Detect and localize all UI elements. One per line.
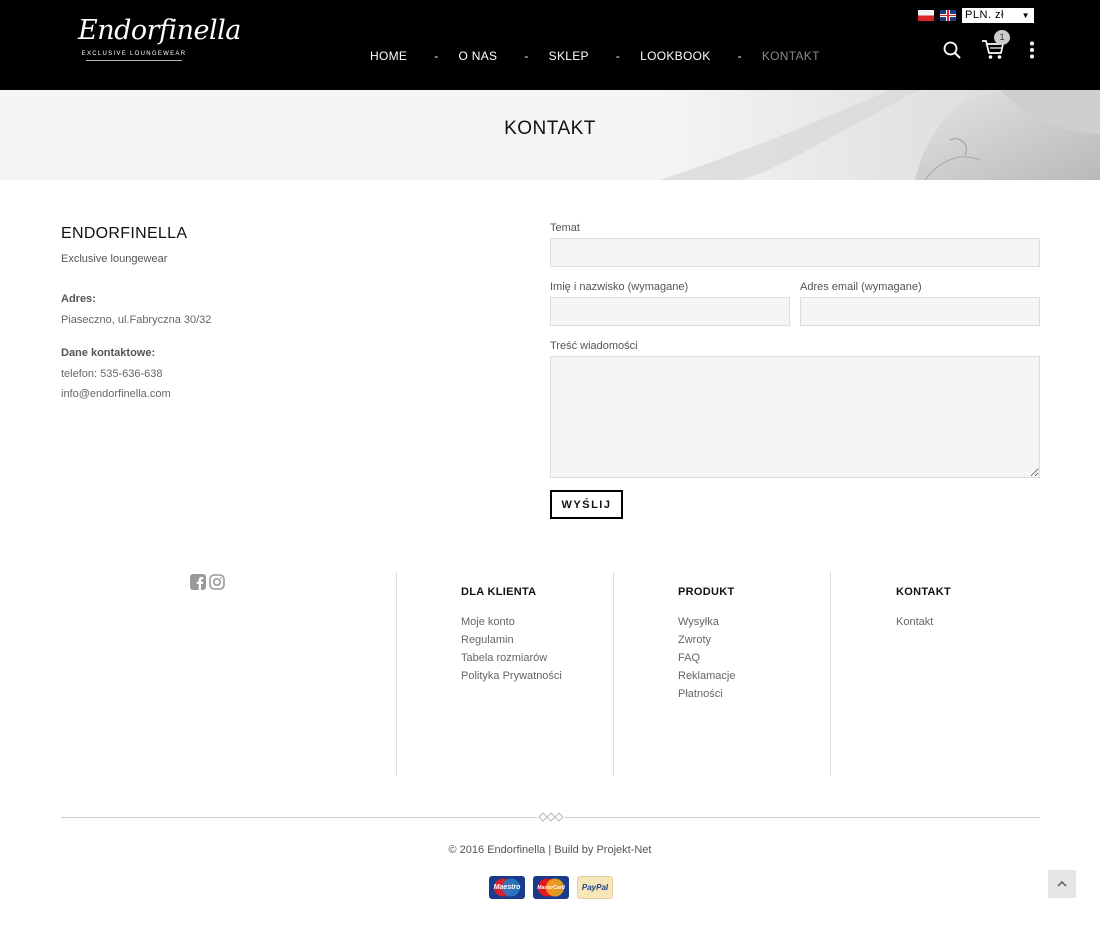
address-text: Piaseczno, ul.Fabryczna 30/32 bbox=[61, 314, 212, 326]
footer-column-title: KONTAKT bbox=[896, 586, 952, 598]
paypal-icon: PayPal bbox=[577, 876, 613, 899]
flag-en-icon[interactable] bbox=[940, 10, 956, 21]
subject-label: Temat bbox=[550, 222, 580, 234]
name-field[interactable] bbox=[550, 297, 790, 326]
footer-column-title: PRODUKT bbox=[678, 586, 735, 598]
payment-methods: Maestro MasterCard PayPal bbox=[489, 876, 613, 899]
mastercard-label: MasterCard bbox=[537, 884, 565, 891]
nav-home[interactable]: HOME bbox=[370, 49, 407, 63]
footer-link-shipping[interactable]: Wysyłka bbox=[678, 613, 735, 631]
currency-select[interactable]: PLN. zł ▼ bbox=[962, 8, 1034, 23]
footer-link-faq[interactable]: FAQ bbox=[678, 649, 735, 667]
footer-link-contact[interactable]: Kontakt bbox=[896, 613, 951, 631]
language-currency-bar: PLN. zł ▼ bbox=[918, 8, 1034, 23]
nav-sklep[interactable]: SKLEP bbox=[549, 49, 589, 63]
message-label: Treść wiadomości bbox=[550, 340, 638, 352]
instagram-icon[interactable] bbox=[209, 574, 225, 590]
address-label: Adres: bbox=[61, 293, 96, 305]
chevron-down-icon: ▼ bbox=[1021, 11, 1030, 20]
main-nav: HOME - O NAS - SKLEP - LOOKBOOK - KONTAK… bbox=[370, 48, 820, 64]
search-icon[interactable] bbox=[942, 40, 962, 60]
back-to-top-button[interactable] bbox=[1048, 870, 1076, 898]
nav-kontakt[interactable]: KONTAKT bbox=[762, 49, 820, 63]
footer-link-complaints[interactable]: Reklamacje bbox=[678, 667, 735, 685]
footer-link-terms[interactable]: Regulamin bbox=[461, 631, 562, 649]
logo[interactable]: Endorfinella EXCLUSIVE LOUNGEWEAR bbox=[78, 14, 241, 78]
footer-divider bbox=[613, 572, 614, 776]
footer-column-contact: KONTAKT Kontakt bbox=[896, 586, 951, 631]
maestro-icon: Maestro bbox=[489, 876, 525, 899]
company-name: ENDORFINELLA bbox=[61, 225, 188, 242]
nav-separator: - bbox=[737, 49, 742, 63]
more-vertical-icon[interactable] bbox=[1027, 41, 1037, 59]
message-field[interactable] bbox=[550, 356, 1040, 478]
footer-link-size-chart[interactable]: Tabela rozmiarów bbox=[461, 649, 562, 667]
currency-value: PLN. zł bbox=[965, 9, 1004, 21]
subject-field[interactable] bbox=[550, 238, 1040, 267]
logo-subtitle: EXCLUSIVE LOUNGEWEAR bbox=[81, 51, 187, 57]
nav-o-nas[interactable]: O NAS bbox=[459, 49, 498, 63]
paypal-label: PayPal bbox=[581, 883, 609, 892]
copyright-text: © 2016 Endorfinella | Build by Projekt-N… bbox=[448, 844, 652, 856]
footer-column-title: DLA KLIENTA bbox=[461, 586, 537, 598]
mastercard-icon: MasterCard bbox=[533, 876, 569, 899]
page-banner: KONTAKT bbox=[0, 90, 1100, 180]
nav-separator: - bbox=[615, 49, 621, 63]
social-links bbox=[190, 574, 225, 590]
name-label: Imię i nazwisko (wymagane) bbox=[550, 281, 689, 293]
footer-link-privacy[interactable]: Polityka Prywatności bbox=[461, 667, 562, 685]
nav-separator: - bbox=[524, 49, 529, 63]
company-tagline: Exclusive loungewear bbox=[61, 253, 168, 265]
logo-script: Endorfinella bbox=[78, 15, 241, 46]
nav-separator: - bbox=[434, 49, 439, 63]
footer-link-account[interactable]: Moje konto bbox=[461, 613, 562, 631]
footer-link-payments[interactable]: Płatności bbox=[678, 685, 735, 703]
phone-text: telefon: 535-636-638 bbox=[61, 368, 163, 380]
footer-divider bbox=[830, 572, 831, 776]
footer-column-product: PRODUKT Wysyłka Zwroty FAQ Reklamacje Pł… bbox=[678, 586, 735, 703]
email-link[interactable]: info@endorfinella.com bbox=[61, 388, 461, 400]
email-field[interactable] bbox=[800, 297, 1040, 326]
site-header: Endorfinella EXCLUSIVE LOUNGEWEAR HOME -… bbox=[0, 0, 1100, 90]
email-label: Adres email (wymagane) bbox=[800, 281, 922, 293]
facebook-icon[interactable] bbox=[190, 574, 206, 590]
nav-lookbook[interactable]: LOOKBOOK bbox=[640, 49, 710, 63]
footer-link-returns[interactable]: Zwroty bbox=[678, 631, 735, 649]
logo-underline bbox=[86, 60, 182, 61]
chevron-up-icon bbox=[1057, 880, 1067, 887]
flag-pl-icon[interactable] bbox=[918, 10, 934, 21]
contact-info: ENDORFINELLA Exclusive loungewear Adres:… bbox=[61, 225, 461, 400]
maestro-label: Maestro bbox=[493, 884, 521, 891]
page-title: KONTAKT bbox=[504, 118, 596, 139]
cart-count-badge: 1 bbox=[994, 30, 1010, 45]
diamond-ornament-icon bbox=[537, 811, 565, 823]
contact-details-label: Dane kontaktowe: bbox=[61, 347, 156, 359]
footer-divider bbox=[396, 572, 397, 776]
send-button[interactable]: WYŚLIJ bbox=[550, 490, 623, 519]
footer-column-client: DLA KLIENTA Moje konto Regulamin Tabela … bbox=[461, 586, 562, 685]
